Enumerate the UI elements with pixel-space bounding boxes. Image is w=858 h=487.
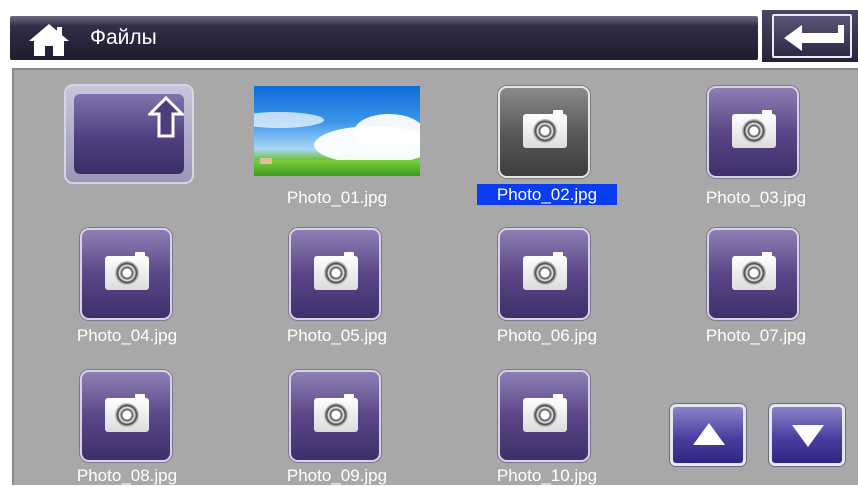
arrow-up-icon [148, 96, 184, 138]
scroll-up-button[interactable] [670, 404, 746, 466]
file-browser-panel: Photo_01.jpg Photo_02.jpg Photo_03.jpg P… [12, 68, 858, 485]
camera-icon [732, 110, 776, 148]
camera-icon [523, 110, 567, 148]
file-icon[interactable] [80, 370, 172, 462]
file-label: Photo_05.jpg [286, 326, 388, 345]
file-label: Photo_02.jpg [476, 184, 618, 205]
home-icon [29, 24, 69, 56]
file-icon[interactable] [707, 228, 799, 320]
file-icon[interactable] [289, 370, 381, 462]
file-label: Photo_04.jpg [76, 326, 178, 345]
arrow-up-icon [693, 423, 725, 445]
file-icon[interactable] [498, 370, 590, 462]
return-arrow-icon [784, 25, 844, 51]
folder-up-icon [74, 94, 184, 174]
title-bar: Файлы [10, 16, 758, 60]
file-label: Photo_01.jpg [286, 188, 388, 207]
file-label: Photo_03.jpg [705, 188, 807, 207]
file-icon-selected[interactable] [498, 86, 590, 178]
camera-icon [314, 394, 358, 432]
folder-up-button[interactable] [64, 84, 194, 184]
photo-thumbnail[interactable] [254, 86, 420, 176]
arrow-down-icon [792, 425, 824, 447]
camera-icon [523, 252, 567, 290]
camera-icon [732, 252, 776, 290]
file-icon[interactable] [707, 86, 799, 178]
scroll-down-button[interactable] [769, 404, 845, 466]
back-button[interactable] [772, 14, 852, 58]
file-label: Photo_10.jpg [496, 466, 598, 485]
file-label: Photo_07.jpg [705, 326, 807, 345]
file-label: Photo_09.jpg [286, 466, 388, 485]
camera-icon [105, 394, 149, 432]
page-title: Файлы [90, 26, 157, 49]
file-label: Photo_08.jpg [76, 466, 178, 485]
header-bar: Файлы [0, 0, 858, 64]
file-icon[interactable] [289, 228, 381, 320]
home-button[interactable] [26, 22, 72, 58]
camera-icon [523, 394, 567, 432]
file-icon[interactable] [498, 228, 590, 320]
file-icon[interactable] [80, 228, 172, 320]
camera-icon [105, 252, 149, 290]
file-label: Photo_06.jpg [496, 326, 598, 345]
camera-icon [314, 252, 358, 290]
